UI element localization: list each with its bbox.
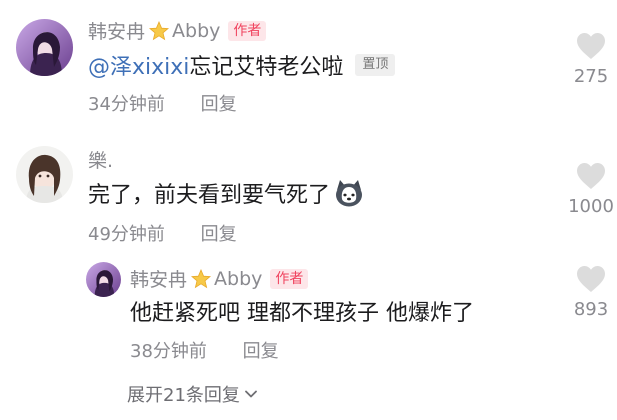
timestamp: 34分钟前 (88, 94, 165, 115)
like-count: 275 (573, 66, 609, 87)
comment-item: 樂. 完了，前夫看到要气死了 49分钟前 回复 1000 (0, 140, 617, 250)
pinned-badge: 置顶 (355, 54, 396, 76)
reply-meta: 38分钟前 回复 (130, 337, 279, 363)
timestamp: 38分钟前 (130, 341, 207, 362)
heart-icon (577, 266, 605, 292)
comment-header: 樂. (88, 146, 113, 173)
heart-icon (577, 33, 605, 59)
author-badge: 作者 (270, 268, 309, 289)
like-button[interactable]: 1000 (561, 162, 617, 217)
comment-text: @泽xixixi 忘记艾特老公啦 置顶 (88, 49, 396, 81)
mention-link[interactable]: @泽xixixi (88, 49, 189, 81)
author-badge: 作者 (228, 20, 267, 41)
expand-replies-label: 展开21条回复 (127, 385, 240, 406)
like-count: 893 (573, 299, 609, 320)
avatar[interactable] (86, 262, 121, 297)
comment-header: 韩安冉 Abby 作者 (88, 17, 267, 44)
comment-text: 完了，前夫看到要气死了 (88, 177, 364, 209)
reply-body: 他赶紧死吧 理都不理孩子 他爆炸了 (130, 301, 474, 326)
like-count: 1000 (568, 196, 614, 217)
heart-icon (577, 163, 605, 189)
husky-emoji-icon (334, 178, 364, 208)
username[interactable]: 樂. (88, 146, 113, 173)
reply-text: 他赶紧死吧 理都不理孩子 他爆炸了 (130, 295, 474, 327)
timestamp: 49分钟前 (88, 224, 165, 245)
like-button[interactable]: 275 (561, 32, 617, 87)
like-button[interactable]: 893 (561, 265, 617, 320)
reply-header: 韩安冉 Abby 作者 (130, 265, 309, 292)
username[interactable]: 韩安冉 (130, 265, 187, 292)
expand-replies-button[interactable]: 展开21条回复 (127, 381, 259, 407)
reply-button[interactable]: 回复 (201, 224, 237, 245)
comment-body: 完了，前夫看到要气死了 (88, 183, 331, 208)
chevron-down-icon (243, 386, 259, 402)
comment-meta: 49分钟前 回复 (88, 220, 237, 246)
username-alt[interactable]: Abby (214, 268, 262, 290)
avatar[interactable] (16, 146, 73, 203)
star-icon (149, 20, 170, 41)
comment-meta: 34分钟前 回复 (88, 90, 237, 116)
comment-section: 韩安冉 Abby 作者 @泽xixixi 忘记艾特老公啦 置顶 34分钟前 回复… (0, 0, 617, 420)
comment-body: 忘记艾特老公啦 (189, 55, 344, 80)
reply-button[interactable]: 回复 (201, 94, 237, 115)
reply-item: 韩安冉 Abby 作者 他赶紧死吧 理都不理孩子 他爆炸了 38分钟前 回复 8… (0, 255, 617, 370)
reply-button[interactable]: 回复 (243, 341, 279, 362)
comment-item: 韩安冉 Abby 作者 @泽xixixi 忘记艾特老公啦 置顶 34分钟前 回复… (0, 0, 617, 120)
username-alt[interactable]: Abby (172, 20, 220, 42)
username[interactable]: 韩安冉 (88, 17, 145, 44)
star-icon (191, 268, 212, 289)
avatar[interactable] (16, 19, 73, 76)
